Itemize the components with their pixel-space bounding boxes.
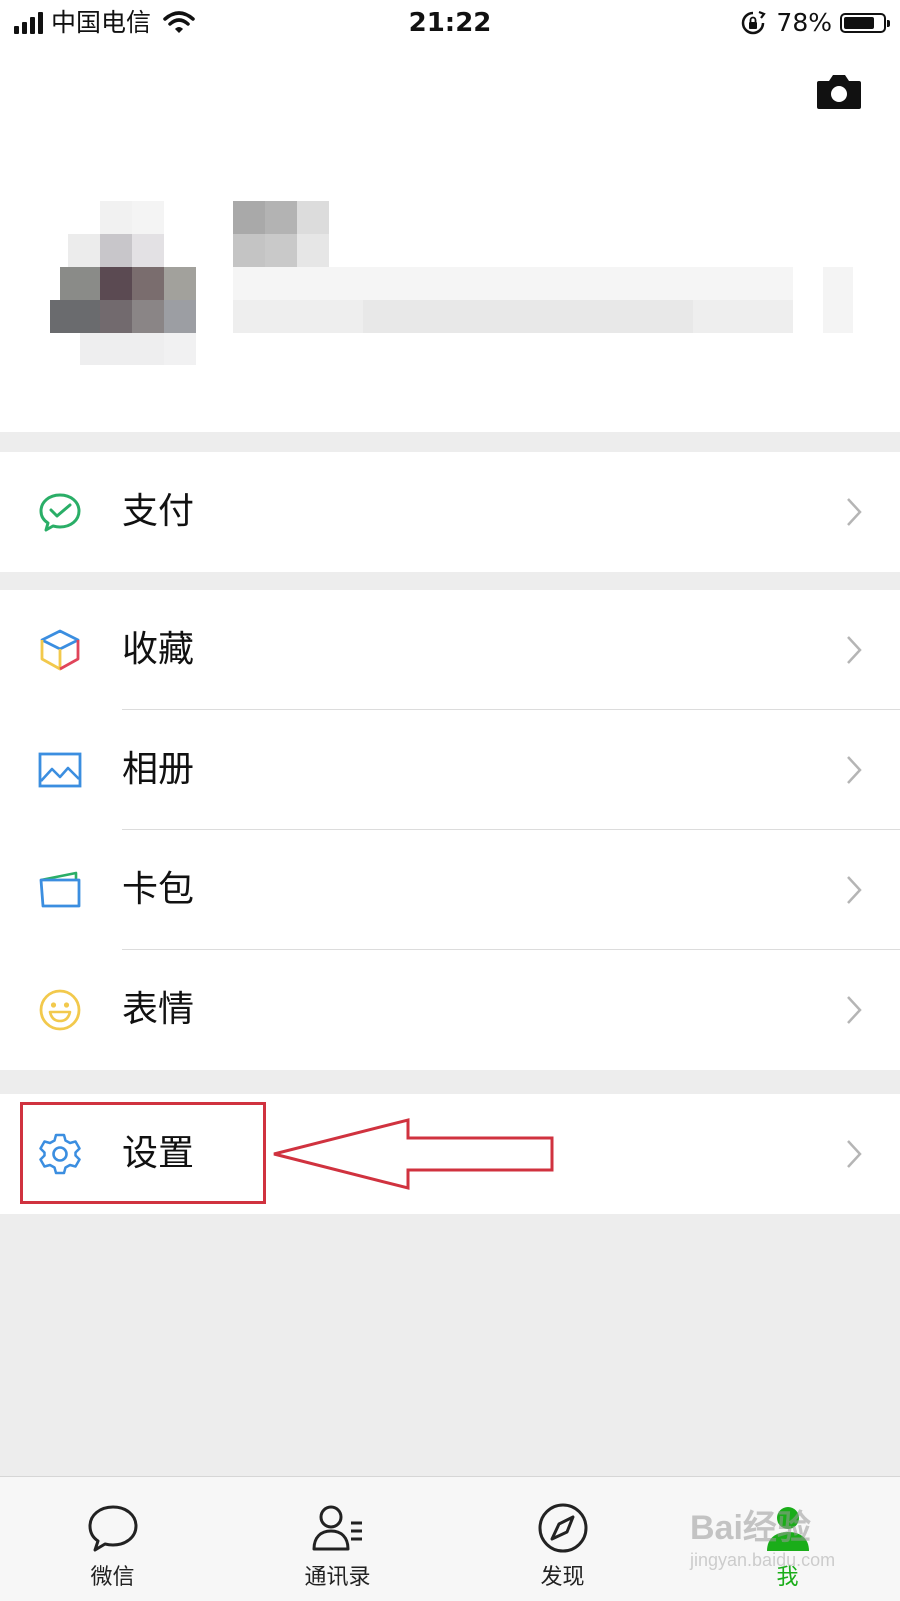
card-wallet-icon — [39, 871, 81, 908]
smiley-icon — [39, 989, 81, 1031]
menu-item-cards[interactable]: 卡包 — [0, 830, 900, 950]
avatar[interactable] — [40, 201, 200, 365]
menu-item-album[interactable]: 相册 — [0, 710, 900, 830]
chevron-right-icon — [847, 876, 862, 904]
tab-discover[interactable]: 发现 — [450, 1477, 675, 1601]
tab-label-contacts: 通讯录 — [304, 1565, 371, 1590]
battery-percentage: 78% — [776, 8, 832, 37]
tab-label-me: 我 — [776, 1565, 799, 1590]
menu-label-album: 相册 — [122, 749, 195, 790]
tab-label-discover: 发现 — [540, 1565, 585, 1590]
contacts-icon — [312, 1505, 362, 1551]
profile-header[interactable] — [0, 46, 900, 432]
compass-icon — [538, 1503, 588, 1553]
chevron-right-icon — [847, 498, 862, 526]
menu-item-stickers[interactable]: 表情 — [0, 950, 900, 1070]
chevron-right-icon — [847, 756, 862, 784]
photo-icon — [38, 752, 82, 788]
menu-group-pay: 支付 — [0, 452, 900, 572]
camera-icon[interactable] — [816, 72, 862, 110]
menu-item-favorites[interactable]: 收藏 — [0, 590, 900, 710]
person-icon — [767, 1507, 809, 1551]
chevron-right-icon — [847, 1140, 862, 1168]
chat-bubble-icon — [88, 1505, 138, 1552]
annotation-arrow-icon — [273, 1118, 554, 1190]
menu-label-cards: 卡包 — [122, 869, 195, 910]
menu-label-pay: 支付 — [122, 491, 195, 532]
tab-me[interactable]: 我 — [675, 1477, 900, 1601]
menu-item-pay[interactable]: 支付 — [0, 452, 900, 572]
battery-icon — [840, 13, 890, 33]
menu-label-favorites: 收藏 — [122, 629, 195, 670]
menu-label-stickers: 表情 — [122, 989, 195, 1030]
tab-contacts[interactable]: 通讯录 — [225, 1477, 450, 1601]
rotation-lock-icon — [742, 10, 767, 35]
chevron-right-icon — [847, 636, 862, 664]
status-bar-right: 78% — [740, 6, 890, 40]
status-bar: 中国电信 21:22 78% — [0, 0, 900, 46]
menu-group-main: 收藏 相册 卡包 表情 — [0, 590, 900, 1070]
wechat-pay-icon — [39, 493, 81, 532]
tab-label-chats: 微信 — [90, 1565, 135, 1590]
annotation-highlight-box — [20, 1102, 266, 1204]
cube-icon — [40, 629, 80, 671]
chevron-right-icon — [847, 996, 862, 1024]
battery-fill — [844, 17, 874, 29]
profile-name — [233, 201, 853, 333]
tab-chats[interactable]: 微信 — [0, 1477, 225, 1601]
tab-bar: 微信 通讯录 发现 我 — [0, 1476, 900, 1601]
